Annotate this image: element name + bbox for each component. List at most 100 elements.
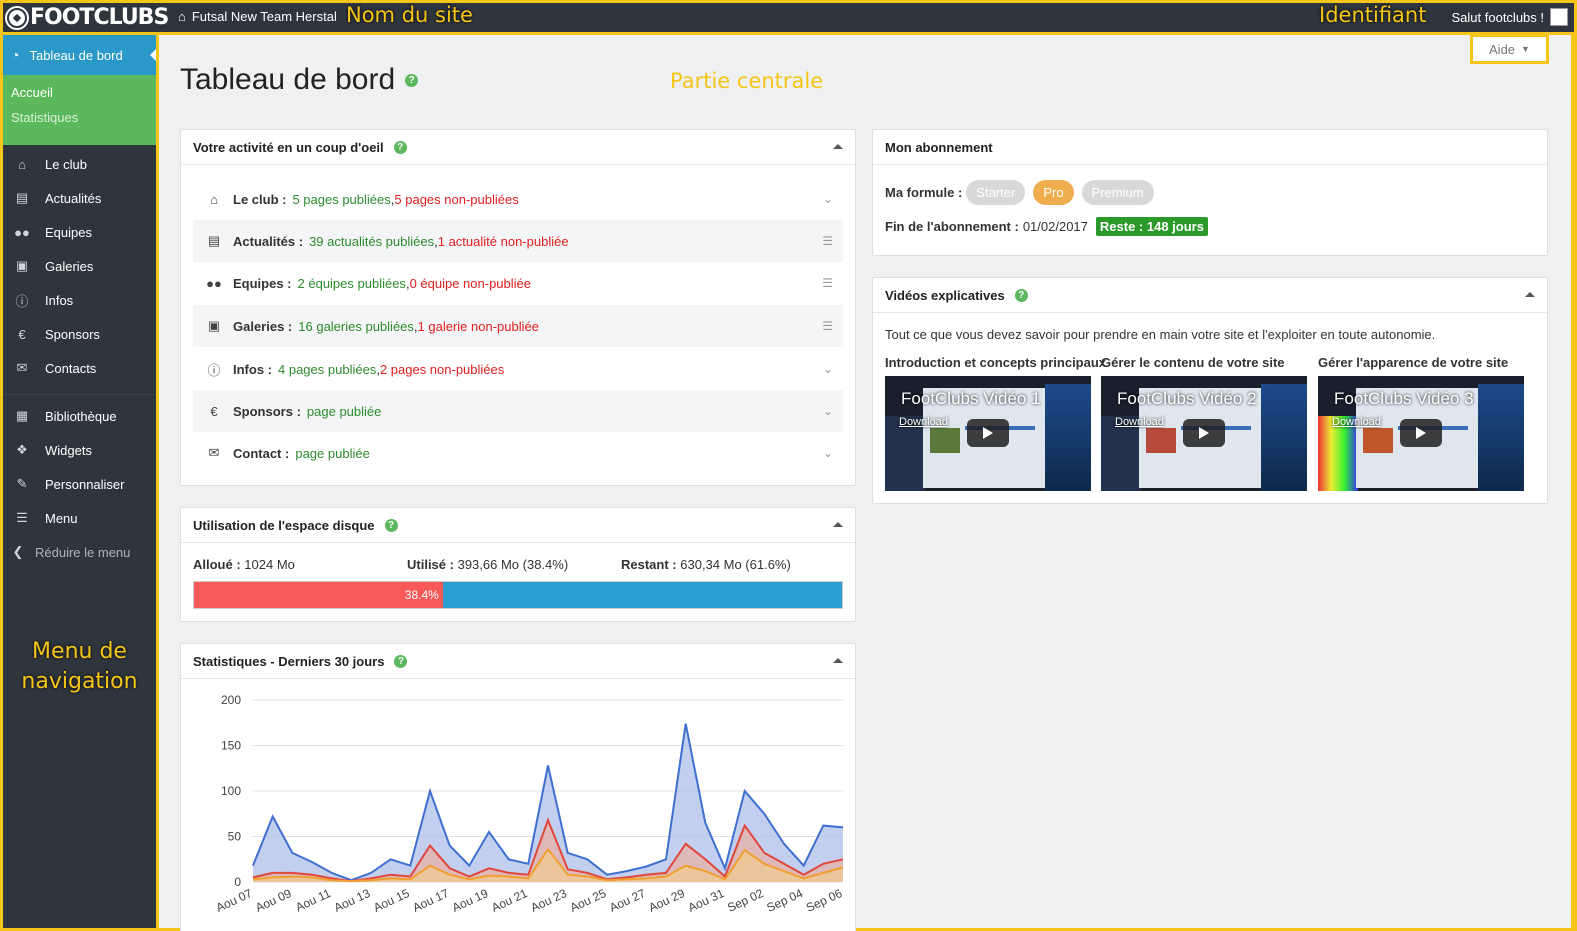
activity-row-infos: ⓘ Infos : 4 pages publiées , 2 pages non… bbox=[193, 348, 843, 390]
x-tick-label: Sep 04 bbox=[765, 886, 806, 915]
plan-label: Ma formule : bbox=[885, 185, 963, 200]
sidebar-item-widgets[interactable]: ❖ Widgets bbox=[3, 433, 156, 467]
sidebar-item-actualites[interactable]: ▤ Actualités bbox=[3, 181, 156, 215]
help-button-label: Aide bbox=[1489, 41, 1516, 57]
collapse-caret-icon[interactable] bbox=[833, 522, 843, 527]
collapse-caret-icon[interactable] bbox=[833, 144, 843, 149]
videos-panel-title: Vidéos explicatives bbox=[885, 287, 1005, 303]
unpublished-count[interactable]: 1 galerie non-publiée bbox=[418, 319, 539, 334]
stats-chart: 200150100500Aou 07Aou 09 Aou 11Aou 13Aou … bbox=[214, 693, 845, 915]
x-tick-label: Aou 31 bbox=[686, 886, 727, 915]
x-tick-label: Aou 27 bbox=[607, 886, 648, 915]
sidebar-item-infos[interactable]: ⓘ Infos bbox=[3, 283, 156, 317]
play-icon[interactable] bbox=[967, 419, 1009, 447]
row-label: Sponsors : bbox=[233, 403, 301, 419]
unpublished-count[interactable]: 0 équipe non-publiée bbox=[410, 276, 531, 291]
euro-icon: € bbox=[210, 403, 218, 419]
used-label: Utilisé : bbox=[407, 557, 454, 572]
collapse-caret-icon[interactable] bbox=[833, 658, 843, 663]
x-tick-label: Aou 25 bbox=[568, 886, 609, 915]
sidebar-item-sponsors[interactable]: € Sponsors bbox=[3, 317, 156, 351]
camera-icon: ▣ bbox=[15, 258, 29, 273]
reduce-menu-button[interactable]: ❮ Réduire le menu bbox=[3, 535, 156, 569]
chevron-down-icon[interactable]: ⌄ bbox=[823, 446, 833, 460]
sidebar-item-label: Tableau de bord bbox=[29, 47, 123, 63]
help-icon[interactable]: ? bbox=[394, 654, 408, 668]
download-link[interactable]: Download bbox=[899, 416, 948, 428]
sidebar-item-label: Actualités bbox=[45, 190, 102, 206]
sidebar-item-menu[interactable]: ☰ Menu bbox=[3, 501, 156, 535]
x-tick-label: Sep 06 bbox=[804, 886, 845, 915]
page-title-text: Tableau de bord bbox=[180, 63, 396, 96]
list-icon[interactable]: ☰ bbox=[822, 276, 833, 290]
plan-row: Ma formule : Starter Pro Premium bbox=[885, 180, 1154, 205]
list-icon[interactable]: ☰ bbox=[822, 319, 833, 333]
video-2-thumbnail[interactable]: FootClubs Vidéo 2 Download bbox=[1101, 376, 1307, 491]
newspaper-icon: ▤ bbox=[207, 233, 221, 248]
sidebar-item-galeries[interactable]: ▣ Galeries bbox=[3, 249, 156, 283]
published-count[interactable]: 39 actualités publiées bbox=[309, 234, 434, 249]
annotation-site-name: Nom du site bbox=[346, 3, 473, 27]
help-icon[interactable]: ? bbox=[1014, 288, 1028, 302]
collapse-caret-icon[interactable] bbox=[1525, 292, 1535, 297]
sidebar-item-bibliotheque[interactable]: ▦ Bibliothèque bbox=[3, 399, 156, 433]
download-link[interactable]: Download bbox=[1332, 416, 1381, 428]
chevron-down-icon[interactable]: ⌄ bbox=[823, 404, 833, 418]
download-link[interactable]: Download bbox=[1115, 416, 1164, 428]
sidebar-item-contacts[interactable]: ✉ Contacts bbox=[3, 351, 156, 385]
sidebar-item-dashboard[interactable]: ◔ Tableau de bord bbox=[3, 35, 156, 75]
unpublished-count[interactable]: 1 actualité non-publiée bbox=[438, 234, 569, 249]
logo-text: FOOTCLUBS bbox=[30, 5, 169, 30]
users-icon: ●● bbox=[14, 224, 30, 240]
allocated-label: Alloué : bbox=[193, 557, 241, 572]
info-icon: ⓘ bbox=[15, 293, 29, 309]
sidebar-item-personnaliser[interactable]: ✎ Personnaliser bbox=[3, 467, 156, 501]
submenu-accueil[interactable]: Accueil bbox=[11, 85, 148, 100]
help-button[interactable]: Aide ▼ bbox=[1470, 34, 1549, 64]
chevron-down-icon[interactable]: ⌄ bbox=[823, 362, 833, 376]
subscription-end-row: Fin de l'abonnement : 01/02/2017 Reste :… bbox=[885, 217, 1208, 236]
y-tick-label: 0 bbox=[234, 875, 241, 889]
info-icon: ⓘ bbox=[207, 362, 221, 378]
brush-icon: ✎ bbox=[16, 476, 28, 491]
chevron-down-icon[interactable]: ⌄ bbox=[823, 192, 833, 206]
published-count[interactable]: 16 galeries publiées bbox=[298, 319, 414, 334]
video-1-thumbnail[interactable]: FootClubs Vidéo 1 Download bbox=[885, 376, 1091, 491]
page-title: Tableau de bord ? bbox=[180, 63, 419, 97]
submenu-statistiques[interactable]: Statistiques bbox=[11, 110, 148, 125]
videos-panel-header: Vidéos explicatives ? bbox=[873, 278, 1547, 313]
user-avatar bbox=[1550, 8, 1568, 26]
help-icon[interactable]: ? bbox=[384, 518, 398, 532]
play-icon[interactable] bbox=[1400, 419, 1442, 447]
unpublished-count[interactable]: 5 pages non-publiées bbox=[394, 192, 518, 207]
home-icon: ⌂ bbox=[210, 191, 218, 207]
video-title: FootClubs Vidéo 3 bbox=[1334, 389, 1474, 408]
library-icon: ▦ bbox=[15, 408, 29, 423]
published-count[interactable]: 2 équipes publiées bbox=[298, 276, 406, 291]
unpublished-count[interactable]: 2 pages non-publiées bbox=[380, 362, 504, 377]
chevron-left-circle-icon: ❮ bbox=[12, 544, 24, 559]
plan-starter-badge: Starter bbox=[966, 180, 1026, 205]
stats-panel: Statistiques - Derniers 30 jours ? 200 15… bbox=[180, 643, 856, 931]
disk-panel-header: Utilisation de l'espace disque ? bbox=[181, 508, 855, 543]
camera-icon: ▣ bbox=[207, 318, 221, 333]
sidebar-item-le-club[interactable]: ⌂ Le club bbox=[3, 147, 156, 181]
sidebar-item-equipes[interactable]: ●● Equipes bbox=[3, 215, 156, 249]
site-name-link[interactable]: ⌂ Futsal New Team Herstal bbox=[178, 9, 337, 24]
user-greeting: Salut footclubs ! bbox=[1451, 9, 1545, 25]
play-icon[interactable] bbox=[1183, 419, 1225, 447]
annotation-center: Partie centrale bbox=[670, 69, 824, 93]
soccer-ball-icon bbox=[7, 7, 27, 28]
footclubs-logo[interactable]: FOOTCLUBS bbox=[7, 5, 169, 30]
list-icon[interactable]: ☰ bbox=[822, 234, 833, 248]
help-icon[interactable]: ? bbox=[405, 73, 419, 87]
activity-row-contact: ✉ Contact : page publiée ⌄ bbox=[193, 432, 843, 474]
help-icon[interactable]: ? bbox=[393, 140, 407, 154]
y-tick-label: 100 bbox=[221, 784, 241, 798]
user-menu[interactable]: Salut footclubs ! bbox=[1451, 8, 1568, 26]
published-count[interactable]: page publiée bbox=[295, 446, 369, 461]
video-3-thumbnail[interactable]: FootClubs Vidéo 3 Download bbox=[1318, 376, 1524, 491]
published-count[interactable]: 5 pages publiées bbox=[292, 192, 390, 207]
published-count[interactable]: page publiée bbox=[307, 404, 381, 419]
published-count[interactable]: 4 pages publiées bbox=[278, 362, 376, 377]
